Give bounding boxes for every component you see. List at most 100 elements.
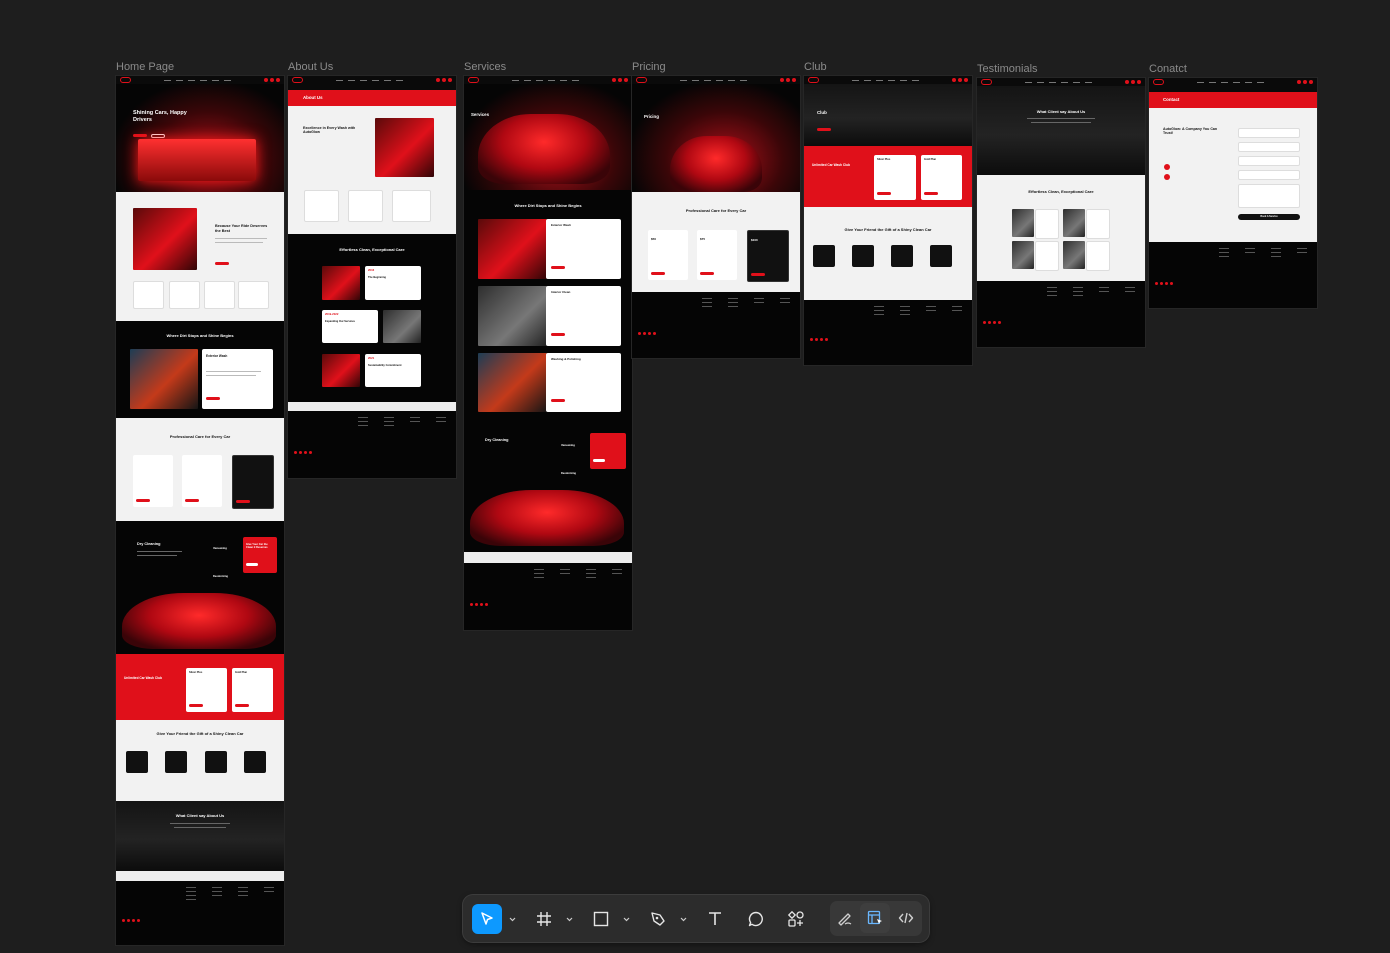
deodorizing-label: Deodorizing: [213, 575, 228, 578]
price-card: [133, 455, 173, 507]
frame-label-testimonials[interactable]: Testimonials: [977, 63, 1038, 75]
frame-pricing[interactable]: Pricing Professional Care for Every Car …: [632, 76, 800, 358]
service-select[interactable]: [1238, 170, 1300, 180]
design-mode-button[interactable]: [860, 903, 890, 933]
home-testimonials-title: What Client say About Us: [175, 813, 225, 818]
social-icons[interactable]: [294, 451, 312, 454]
home-footer: [116, 881, 284, 945]
chevron-down-icon[interactable]: [565, 915, 573, 923]
components-icon: [787, 910, 804, 927]
pencil-scribble-icon: [838, 913, 852, 926]
frame-about-us[interactable]: About Us Excellence in Every Wash with A…: [288, 76, 456, 478]
about-button[interactable]: [215, 262, 229, 265]
social-icons[interactable]: [638, 332, 656, 335]
phone-input[interactable]: [1238, 142, 1300, 152]
social-icons[interactable]: [810, 338, 828, 341]
about-effortless-title: Effortless Clean, Exceptional Care: [339, 247, 405, 252]
about-banner: About Us: [288, 90, 456, 106]
frame-label-home[interactable]: Home Page: [116, 61, 174, 73]
services-dirt-title: Where Dirt Stops and Shine Begins: [514, 203, 582, 208]
text-tool-button[interactable]: [700, 904, 730, 934]
frame-tool-button[interactable]: [529, 904, 559, 934]
frame-home-page[interactable]: Shining Cars, Happy Drivers Because Your…: [116, 76, 284, 945]
about-car-image: [375, 118, 434, 177]
gift-icon: [244, 751, 266, 773]
testimonials-effortless-title: Effortless Clean, Exceptional Care: [1028, 189, 1094, 194]
home-dirt-title: Where Dirt Stops and Shine Begins: [166, 333, 234, 338]
social-icons[interactable]: [983, 321, 1001, 324]
about-car-image: [133, 208, 197, 270]
actions-tool-button[interactable]: [781, 904, 811, 934]
price-card: [182, 455, 222, 507]
exterior-wash-image: [130, 349, 198, 409]
draw-mode-button[interactable]: [830, 903, 860, 933]
dev-mode-button[interactable]: [891, 903, 921, 933]
message-textarea[interactable]: [1238, 184, 1300, 208]
timeline-title-2: Expanding Our Services: [325, 320, 355, 323]
frame-label-pricing[interactable]: Pricing: [632, 61, 666, 73]
services-navbar: [464, 76, 632, 84]
club-plans-title: Unlimited Car Wash Club: [812, 163, 850, 167]
contact-navbar: [1149, 78, 1317, 86]
cursor-arrow-icon: [481, 912, 493, 925]
home-dry-section: Dry Cleaning Vacuuming Deodorizing Give …: [116, 521, 284, 654]
home-hero-title: Shining Cars, Happy Drivers: [133, 110, 187, 123]
email-input[interactable]: [1238, 156, 1300, 166]
comment-tool-button[interactable]: [741, 904, 771, 934]
exterior-wash-button[interactable]: [206, 397, 220, 400]
code-brackets-icon: [898, 912, 914, 924]
contact-form-section: AutoGlow: A Company You Can Trust! Book …: [1149, 108, 1317, 242]
timeline-year-2: 2019-2022: [325, 312, 339, 316]
name-input[interactable]: [1238, 128, 1300, 138]
about-footer: [288, 411, 456, 478]
frame-label-about[interactable]: About Us: [288, 61, 333, 73]
frame-label-contact[interactable]: Conatct: [1149, 63, 1187, 75]
frame-club[interactable]: Club Unlimited Car Wash Club Silver Plus…: [804, 76, 972, 365]
rectangle-icon: [593, 911, 609, 927]
gift-icon: [852, 245, 874, 267]
chevron-down-icon[interactable]: [508, 915, 516, 923]
timeline-card-2: 2019-2022 Expanding Our Services: [322, 310, 378, 343]
pricing-hero-car: [670, 136, 762, 192]
gas-station-image: [138, 139, 256, 181]
testimonials-footer: [977, 281, 1145, 347]
gift-cta-button[interactable]: [246, 563, 258, 566]
feature-card: [133, 281, 164, 309]
frame-label-club[interactable]: Club: [804, 61, 827, 73]
services-hero-title: Services: [471, 112, 490, 117]
learn-more-button[interactable]: [151, 134, 165, 138]
social-icons[interactable]: [1155, 282, 1173, 285]
book-service-button[interactable]: Book A Service: [1238, 214, 1300, 220]
home-gift-title: Give Your Friend the Gift of a Shiny Cle…: [156, 731, 244, 736]
chevron-down-icon[interactable]: [622, 915, 630, 923]
pen-tool-button[interactable]: [643, 904, 673, 934]
vacuuming-label: Vacuuming: [213, 547, 227, 550]
book-button[interactable]: [133, 134, 147, 137]
chevron-down-icon[interactable]: [679, 915, 687, 923]
frame-contact[interactable]: Contact AutoGlow: A Company You Can Trus…: [1149, 78, 1317, 308]
home-testimonials-section: What Client say About Us: [116, 801, 284, 871]
frame-label-services[interactable]: Services: [464, 61, 506, 73]
shape-tool-button[interactable]: [586, 904, 616, 934]
home-club-title: Unlimited Car Wash Club: [124, 676, 162, 680]
pricing-care-title: Professional Care for Every Car: [685, 208, 747, 213]
social-icons[interactable]: [470, 603, 488, 606]
social-icons[interactable]: [122, 919, 140, 922]
service-image-2: [478, 286, 547, 346]
price-card-featured: [232, 455, 274, 509]
about-excellence-section: Excellence in Every Wash with AutoGlow: [288, 106, 456, 234]
plan-gold-name: Gold Plan: [924, 158, 937, 161]
service-title-3: Washing & Polishing: [551, 357, 581, 361]
location-icon: [1164, 174, 1170, 180]
timeline-image-3: [322, 354, 360, 387]
move-tool-button[interactable]: [472, 904, 502, 934]
timeline-image-2: [383, 310, 421, 343]
red-car-image: [122, 593, 276, 649]
red-car-image: [470, 490, 624, 546]
timeline-title-3: Sustainability Commitment: [368, 364, 402, 367]
frame-testimonials[interactable]: What Client say About Us Effortless Clea…: [977, 78, 1145, 347]
contact-footer: [1149, 242, 1317, 308]
frame-services[interactable]: Services Where Dirt Stops and Shine Begi…: [464, 76, 632, 630]
timeline-year-1: 2016: [368, 268, 375, 272]
club-plans-section: Unlimited Car Wash Club Silver Plus Gold…: [804, 146, 972, 207]
